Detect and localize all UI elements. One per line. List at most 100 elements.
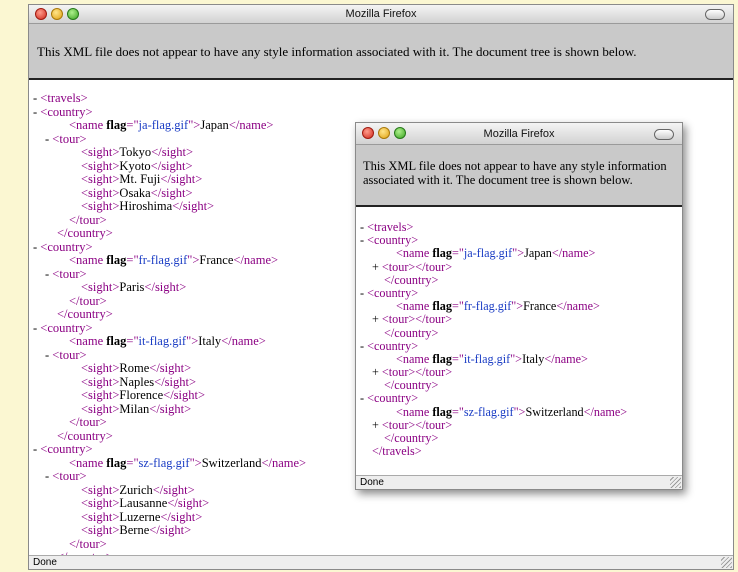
xml-tag: <country> [367,285,419,300]
xml-attribute: flag [106,455,127,470]
xml-tag: "> [510,351,523,366]
xml-tag: <country> [40,104,93,119]
xml-attribute-value: ja-flag.gif [463,246,513,261]
xml-tag: </sight> [150,158,193,173]
xml-tag: </sight> [160,509,203,524]
xml-tag: <name [396,404,433,419]
toolbar-toggle-icon[interactable] [705,9,725,20]
xml-tag: </sight> [154,374,197,389]
xml-attribute-value: fr-flag.gif [463,299,512,314]
popup-title-bar[interactable]: Mozilla Firefox [356,123,682,145]
close-button-icon[interactable] [362,127,374,139]
xml-attribute: flag [432,299,452,314]
expand-toggle[interactable]: + [372,418,382,432]
zoom-button-icon[interactable] [394,127,406,139]
xml-tag: <sight> [81,158,120,173]
xml-tag: </sight> [149,401,192,416]
popup-browser-window: Mozilla Firefox This XML file does not a… [355,122,683,490]
xml-attribute: flag [432,351,452,366]
xml-tag: </name> [583,404,628,419]
xml-tag: </tour> [69,293,107,308]
xml-text: Mt. Fuji [119,172,161,186]
xml-text: Italy [198,334,222,348]
xml-tag: </name> [544,351,588,366]
xml-tag: <sight> [81,509,120,524]
xml-tag: <tour> [52,131,87,146]
resize-grip-icon[interactable] [721,557,732,568]
xml-text: Florence [119,388,164,402]
xml-tag: "> [511,299,524,314]
xml-text: France [199,253,234,267]
xml-tag: =" [451,404,464,419]
xml-tag: <sight> [81,523,120,537]
xml-tag: =" [126,253,139,267]
xml-attribute: flag [106,118,127,132]
xml-text: Kyoto [119,158,151,173]
xml-tag: <country> [367,233,419,248]
xml-tag: </name> [551,246,596,261]
xml-tag: <tour></tour> [381,312,453,327]
toolbar-toggle-icon[interactable] [654,129,674,140]
xml-tag: <name [69,118,107,132]
xml-text: Paris [119,280,145,294]
xml-tag: </sight> [150,185,193,200]
resize-grip-icon[interactable] [670,477,681,488]
xml-info-banner: This XML file does not appear to have an… [356,145,682,207]
xml-tag: <tour> [52,266,87,281]
xml-tag: =" [451,299,464,314]
xml-tag: </name> [261,455,307,470]
xml-text: Rome [119,361,150,375]
close-button-icon[interactable] [35,8,47,20]
xml-tag: <travels> [40,91,88,105]
xml-text: Hiroshima [119,199,173,213]
xml-tag: </sight> [160,172,203,186]
window-controls [362,127,406,139]
xml-tag: </sight> [152,482,195,497]
xml-tag: "> [189,455,202,470]
xml-tag: <tour> [52,469,87,483]
xml-text: Switzerland [201,455,262,470]
xml-tag: </country> [384,431,439,445]
xml-text: Switzerland [525,404,584,419]
tree-line: </tour> [33,536,733,552]
minimize-button-icon[interactable] [51,8,63,20]
xml-tag: <sight> [81,401,120,416]
xml-attribute: flag [432,404,452,419]
xml-tag: </sight> [149,523,192,537]
main-title-bar[interactable]: Mozilla Firefox [29,5,733,24]
xml-tag: <sight> [81,145,120,159]
xml-tag: "> [512,246,525,261]
xml-attribute: flag [106,253,127,267]
xml-tag: <tour> [52,347,87,362]
xml-attribute-value: sz-flag.gif [138,455,190,470]
xml-tag: =" [451,351,464,366]
xml-tag: </sight> [163,388,206,402]
xml-text: France [523,299,557,314]
xml-tag: <sight> [81,496,120,510]
banner-message: This XML file does not appear to have an… [363,159,667,187]
xml-tag: <name [69,253,107,267]
xml-tag: <country> [367,338,419,353]
xml-tag: </sight> [151,145,194,159]
xml-tag: </country> [57,428,113,443]
xml-tag: <sight> [81,361,120,375]
xml-attribute-value: it-flag.gif [463,351,511,366]
zoom-button-icon[interactable] [67,8,79,20]
xml-attribute: flag [432,246,452,261]
xml-attribute-value: ja-flag.gif [138,118,189,132]
xml-tag: </country> [384,272,439,287]
xml-tag: =" [451,246,464,261]
window-title: Mozilla Firefox [345,8,417,20]
xml-attribute-value: sz-flag.gif [463,404,514,419]
expand-toggle[interactable]: + [372,365,382,379]
xml-text: Berne [119,523,150,537]
expand-toggle[interactable]: + [372,260,382,274]
xml-tag: </tour> [69,536,107,551]
xml-text: Zurich [119,482,153,497]
expand-toggle[interactable]: + [372,312,382,326]
xml-tag: <country> [40,320,93,335]
minimize-button-icon[interactable] [378,127,390,139]
xml-text: Milan [119,401,150,416]
xml-tag: <sight> [81,185,120,200]
xml-tag: </name> [228,118,274,132]
